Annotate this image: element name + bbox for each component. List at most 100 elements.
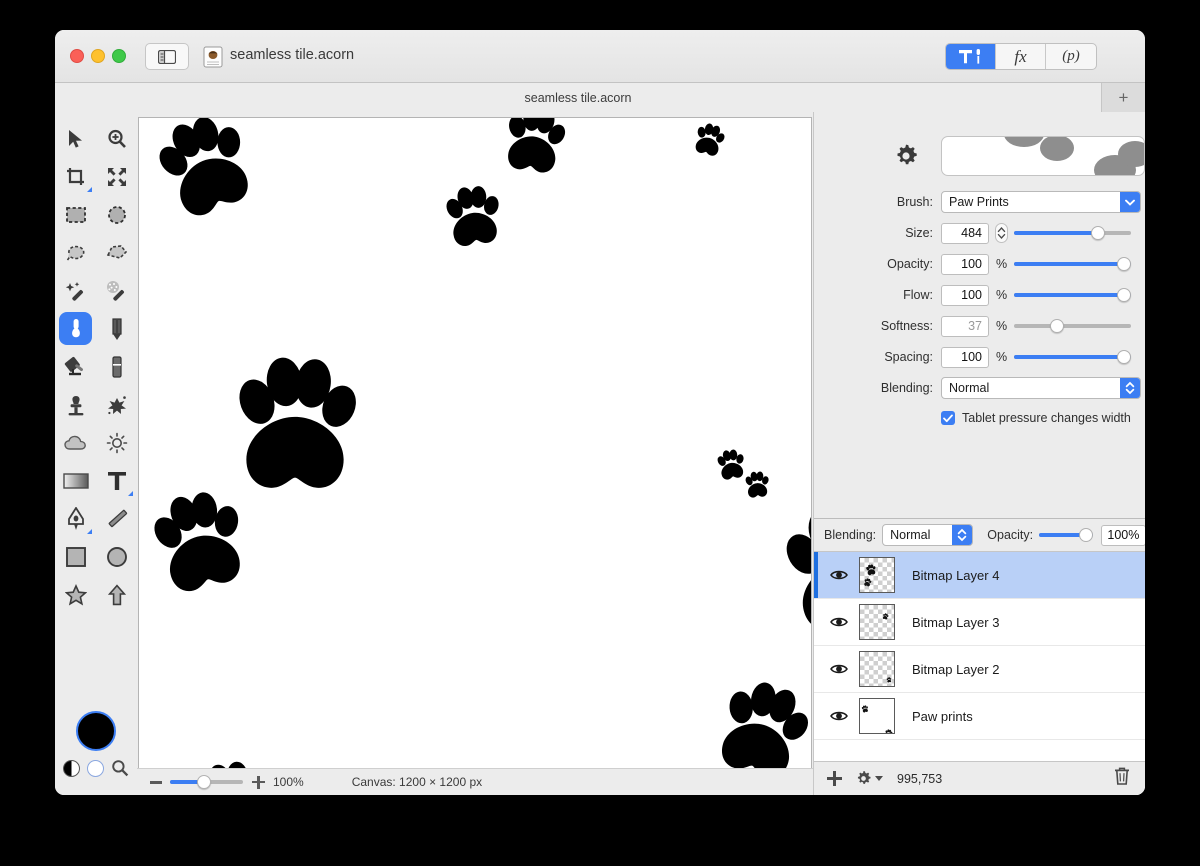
tool-grid bbox=[55, 120, 137, 614]
layer-blending-label: Blending: bbox=[824, 528, 877, 542]
layer-blending-select[interactable]: Normal bbox=[882, 524, 974, 546]
opacity-slider[interactable] bbox=[1014, 257, 1131, 271]
brush-select[interactable]: Paw Prints bbox=[941, 191, 1141, 213]
layer-opacity-slider[interactable] bbox=[1039, 528, 1093, 542]
slider-knob[interactable] bbox=[1117, 288, 1131, 302]
slider-knob[interactable] bbox=[1091, 226, 1106, 240]
layer-row[interactable]: Bitmap Layer 3 bbox=[814, 599, 1145, 646]
minimize-button[interactable] bbox=[91, 49, 105, 63]
brush-options-button[interactable] bbox=[814, 143, 941, 169]
layer-row[interactable]: Paw prints bbox=[814, 693, 1145, 740]
crop-tool[interactable] bbox=[55, 158, 96, 196]
gradient-tool[interactable] bbox=[55, 462, 96, 500]
dashed-circle-icon bbox=[107, 206, 126, 224]
layer-row[interactable]: Bitmap Layer 4 bbox=[814, 552, 1145, 599]
layer-opacity-input[interactable]: 100% bbox=[1100, 524, 1145, 546]
magic-wand-icon bbox=[65, 282, 83, 301]
swap-colors-icon[interactable] bbox=[63, 759, 80, 777]
color-picker-loupe-icon[interactable] bbox=[111, 759, 129, 777]
layer-actions-button[interactable] bbox=[855, 770, 883, 787]
layer-visibility-toggle[interactable] bbox=[830, 569, 848, 581]
opacity-input[interactable]: 100 bbox=[941, 253, 989, 275]
transform-tool[interactable] bbox=[96, 158, 137, 196]
pencil-tool[interactable] bbox=[96, 310, 137, 348]
rectangular-selection-tool[interactable] bbox=[55, 196, 96, 234]
size-stepper[interactable] bbox=[995, 223, 1008, 243]
size-slider[interactable] bbox=[1014, 226, 1131, 240]
foreground-color-swatch[interactable] bbox=[76, 711, 116, 751]
sidebar-toggle-button[interactable] bbox=[145, 43, 189, 70]
canvas-frame[interactable] bbox=[138, 117, 812, 777]
tools-inspector-button[interactable] bbox=[946, 44, 996, 69]
elliptical-selection-tool[interactable] bbox=[96, 196, 137, 234]
color-swatch-area bbox=[55, 711, 137, 777]
rectangle-shape-tool[interactable] bbox=[55, 538, 96, 576]
bezier-pen-tool[interactable] bbox=[55, 500, 96, 538]
paw-print bbox=[151, 118, 259, 226]
inspector-segmented-control[interactable]: fx (p) bbox=[945, 43, 1097, 70]
gear-icon bbox=[897, 144, 917, 165]
chevron-down-icon bbox=[875, 776, 883, 781]
trash-icon bbox=[1115, 767, 1129, 785]
canvas-surface[interactable] bbox=[139, 118, 811, 776]
layer-visibility-toggle[interactable] bbox=[830, 710, 848, 722]
thumbnail-paw bbox=[882, 607, 889, 625]
tablet-pressure-checkbox[interactable] bbox=[941, 411, 955, 425]
slider-knob[interactable] bbox=[1117, 350, 1131, 364]
zoom-in-button[interactable] bbox=[252, 775, 265, 789]
preview-blob bbox=[1039, 137, 1074, 161]
palette-inspector-button[interactable]: (p) bbox=[1046, 44, 1096, 69]
zoom-button[interactable] bbox=[112, 49, 126, 63]
spacing-input[interactable]: 100 bbox=[941, 346, 989, 368]
magic-wand-tool[interactable] bbox=[55, 272, 96, 310]
layer-visibility-toggle[interactable] bbox=[830, 663, 848, 675]
eraser-tool[interactable] bbox=[96, 348, 137, 386]
eye-icon bbox=[830, 664, 848, 674]
size-input[interactable]: 484 bbox=[941, 222, 989, 244]
star-icon bbox=[64, 584, 87, 606]
dodge-tool[interactable] bbox=[96, 424, 137, 462]
clone-stamp-tool[interactable] bbox=[55, 386, 96, 424]
slider-knob[interactable] bbox=[1078, 528, 1093, 542]
text-tool[interactable] bbox=[96, 462, 137, 500]
slider-knob[interactable] bbox=[1117, 257, 1131, 271]
arrow-shape-tool[interactable] bbox=[96, 576, 137, 614]
flow-input[interactable]: 100 bbox=[941, 284, 989, 306]
zoom-out-button[interactable] bbox=[150, 776, 162, 788]
polygon-lasso-tool[interactable] bbox=[96, 234, 137, 272]
paint-bucket-tool[interactable] bbox=[55, 348, 96, 386]
star-shape-tool[interactable] bbox=[55, 576, 96, 614]
brush-stroke-preview[interactable] bbox=[940, 136, 1145, 176]
zoom-tool[interactable] bbox=[96, 120, 137, 158]
zoom-slider-knob[interactable] bbox=[197, 775, 211, 789]
brush-tool[interactable] bbox=[55, 310, 96, 348]
main-body: 100% Canvas: 1200 × 1200 px Brush: Paw P… bbox=[55, 112, 1145, 795]
smudge-tool[interactable] bbox=[96, 386, 137, 424]
lasso-tool[interactable] bbox=[55, 234, 96, 272]
delete-layer-button[interactable] bbox=[1114, 767, 1130, 790]
background-color-swatch[interactable] bbox=[87, 759, 104, 777]
move-tool[interactable] bbox=[55, 120, 96, 158]
flow-slider[interactable] bbox=[1014, 288, 1131, 302]
spacing-slider[interactable] bbox=[1014, 350, 1131, 364]
close-button[interactable] bbox=[70, 49, 84, 63]
zoom-slider[interactable] bbox=[170, 775, 243, 789]
canvas-size-label: Canvas: 1200 × 1200 px bbox=[351, 775, 483, 789]
spacing-label: Spacing: bbox=[884, 350, 933, 364]
paint-bucket-icon bbox=[64, 356, 83, 376]
ellipse-shape-tool[interactable] bbox=[96, 538, 137, 576]
tab-seamless-tile[interactable]: seamless tile.acorn bbox=[55, 83, 1101, 112]
brush-select-value: Paw Prints bbox=[949, 195, 1009, 209]
tablet-pressure-row[interactable]: Tablet pressure changes width bbox=[814, 405, 1145, 431]
blending-select[interactable]: Normal bbox=[941, 377, 1141, 399]
filters-inspector-button[interactable]: fx bbox=[996, 44, 1046, 69]
line-tool[interactable] bbox=[96, 500, 137, 538]
blur-tool[interactable] bbox=[55, 424, 96, 462]
instant-alpha-tool[interactable] bbox=[96, 272, 137, 310]
layer-row[interactable]: Bitmap Layer 2 bbox=[814, 646, 1145, 693]
layer-thumbnail bbox=[859, 604, 895, 640]
add-tab-button[interactable]: + bbox=[1101, 83, 1145, 112]
layer-visibility-toggle[interactable] bbox=[830, 616, 848, 628]
add-layer-button[interactable] bbox=[827, 771, 842, 786]
brush-preview-row bbox=[814, 130, 1145, 182]
